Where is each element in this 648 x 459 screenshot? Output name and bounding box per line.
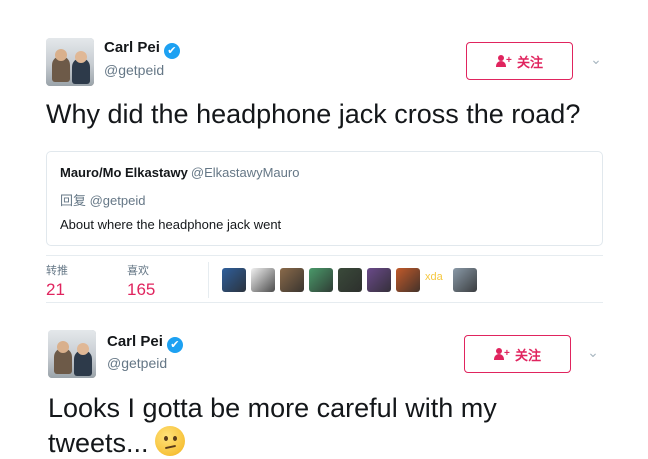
verified-badge-icon: ✔ [166,337,183,353]
tweet-1: Carl Pei ✔ @getpeid + 关注 ⌄ Why did the he… [0,0,648,310]
author-name-text[interactable]: Carl Pei [107,333,163,350]
divider [46,255,603,256]
liker-avatar[interactable] [453,268,477,292]
liker-avatar[interactable] [309,268,333,292]
quoted-text: About where the headphone jack went [60,217,282,232]
like-stat[interactable]: 喜欢 165 [127,262,155,300]
divider [46,302,603,303]
tweet-text: Why did the headphone jack cross the roa… [46,99,581,129]
tweet-text-line-2: tweets... [48,428,149,458]
like-count: 165 [127,280,156,299]
quoted-author-handle: @ElkastawyMauro [190,165,300,180]
follow-user-icon: + [495,55,512,67]
liker-avatar[interactable] [222,268,246,292]
follow-button[interactable]: + 关注 [466,42,573,80]
liker-avatar[interactable] [367,268,391,292]
tweet-2: Carl Pei ✔ @getpeid + 关注 ⌄ Looks I gotta … [0,318,648,459]
author-name-text[interactable]: Carl Pei [104,39,160,56]
retweet-count: 21 [46,280,65,299]
quoted-author-name: Mauro/Mo Elkastawy [60,165,188,180]
confused-face-icon [154,426,185,456]
liker-avatar[interactable] [280,268,304,292]
follow-user-icon: + [493,348,510,360]
liker-avatar[interactable] [251,268,275,292]
liker-avatar[interactable] [396,268,420,292]
author-name[interactable]: Carl Pei ✔ [107,333,183,353]
liker-avatar[interactable] [338,268,362,292]
chevron-down-icon[interactable]: ⌄ [588,51,604,67]
author-handle[interactable]: @getpeid [104,62,164,78]
tweet-text-line: tweets... [48,426,608,459]
quoted-tweet[interactable]: Mauro/Mo Elkastawy @ElkastawyMauro 回复 @ge… [46,151,603,246]
quoted-author: Mauro/Mo Elkastawy @ElkastawyMauro [60,165,299,180]
stat-spacer [115,262,116,296]
quoted-reply-to: 回复 @getpeid [60,193,146,208]
follow-label: 关注 [516,54,543,70]
liker-badge-text[interactable]: xda [425,271,443,283]
avatar[interactable] [46,38,94,86]
chevron-down-icon[interactable]: ⌄ [585,344,601,360]
tweet-text: Looks I gotta be more careful with my tw… [48,391,608,459]
verified-badge-icon: ✔ [163,43,180,59]
retweet-stat[interactable]: 转推 21 [46,262,68,300]
avatar[interactable] [48,330,96,378]
follow-button[interactable]: + 关注 [464,335,571,373]
like-label: 喜欢 [127,265,149,277]
author-handle[interactable]: @getpeid [107,355,167,371]
retweet-label: 转推 [46,265,68,277]
follow-label: 关注 [514,347,541,363]
author-name[interactable]: Carl Pei ✔ [104,39,180,59]
tweet-text-line: Looks I gotta be more careful with my [48,393,497,423]
stat-divider [208,262,209,298]
